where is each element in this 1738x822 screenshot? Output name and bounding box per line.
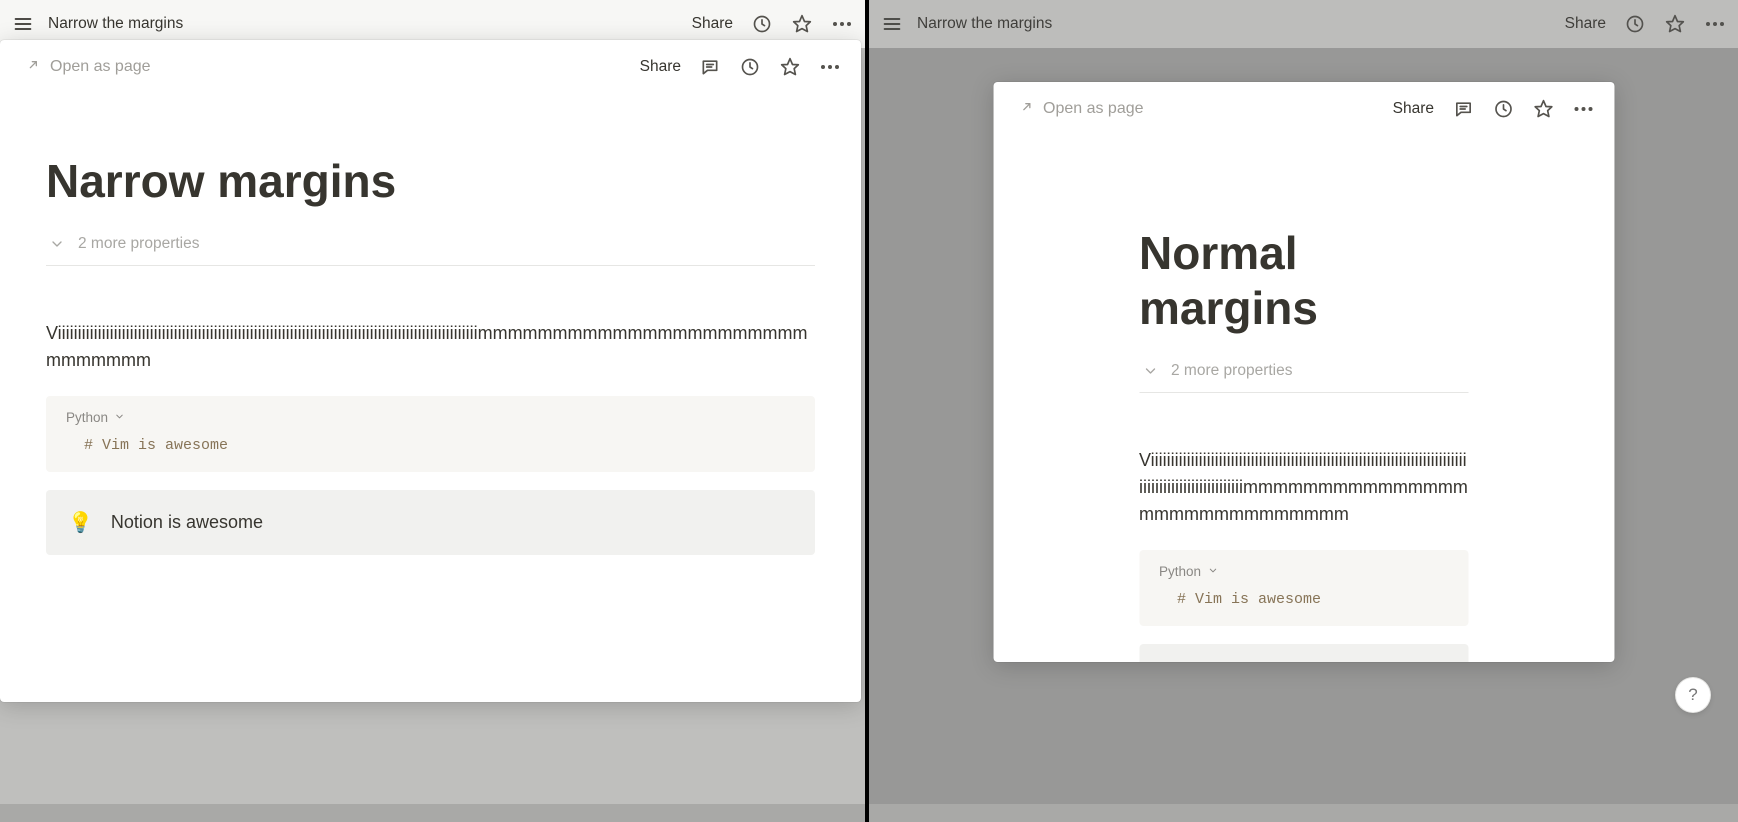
divider: [46, 265, 815, 266]
star-icon[interactable]: [1664, 13, 1686, 35]
star-icon[interactable]: [779, 56, 801, 78]
taskbar-edge: [869, 804, 1738, 822]
help-button[interactable]: ?: [1676, 678, 1710, 712]
left-pane: Narrow the margins Share Open as page Sh…: [0, 0, 869, 822]
breadcrumb[interactable]: Narrow the margins: [917, 15, 1551, 33]
hamburger-icon[interactable]: [12, 13, 34, 35]
code-language-label: Python: [1159, 564, 1201, 579]
share-button[interactable]: Share: [692, 15, 733, 33]
lightbulb-icon[interactable]: 💡: [68, 510, 93, 535]
open-as-page-label: Open as page: [1043, 100, 1144, 118]
expand-icon: [1013, 98, 1035, 120]
chevron-down-icon: [1207, 564, 1218, 579]
clock-icon[interactable]: [1624, 13, 1646, 35]
chevron-down-icon: [1139, 360, 1161, 382]
comment-icon[interactable]: [699, 56, 721, 78]
clock-icon[interactable]: [739, 56, 761, 78]
breadcrumb[interactable]: Narrow the margins: [48, 15, 678, 33]
more-icon[interactable]: [819, 56, 841, 78]
share-button[interactable]: Share: [1565, 15, 1606, 33]
text-block[interactable]: Viiiiiiiiiiiiiiiiiiiiiiiiiiiiiiiiiiiiiii…: [46, 320, 815, 374]
popup-topbar: Open as page Share: [0, 40, 861, 94]
hamburger-icon[interactable]: [881, 13, 903, 35]
chevron-down-icon: [114, 410, 125, 425]
page-title[interactable]: Narrow margins: [46, 154, 815, 209]
window-topbar: Narrow the margins Share: [869, 0, 1738, 48]
popup-share-button[interactable]: Share: [1393, 100, 1434, 118]
expand-icon: [20, 56, 42, 78]
more-properties-toggle[interactable]: 2 more properties: [1139, 360, 1468, 392]
divider: [1139, 392, 1468, 393]
code-content[interactable]: # Vim is awesome: [66, 437, 795, 454]
more-properties-label: 2 more properties: [78, 235, 199, 253]
clock-icon[interactable]: [751, 13, 773, 35]
open-as-page-label: Open as page: [50, 58, 151, 76]
more-properties-label: 2 more properties: [1171, 362, 1292, 380]
code-content[interactable]: # Vim is awesome: [1159, 591, 1448, 608]
text-block[interactable]: Viiiiiiiiiiiiiiiiiiiiiiiiiiiiiiiiiiiiiii…: [1139, 447, 1468, 528]
callout-block[interactable]: 💡 Notion is awesome: [46, 490, 815, 555]
callout-block[interactable]: 💡 Notion is awesome: [1139, 644, 1468, 662]
code-language-select[interactable]: Python: [1159, 564, 1448, 579]
page-title[interactable]: Normal margins: [1139, 226, 1468, 336]
page-popup: Open as page Share Normal margins 2 more…: [993, 82, 1614, 662]
clock-icon[interactable]: [1492, 98, 1514, 120]
star-icon[interactable]: [791, 13, 813, 35]
open-as-page-button[interactable]: Open as page: [1013, 98, 1375, 120]
code-block[interactable]: Python # Vim is awesome: [46, 396, 815, 472]
code-language-select[interactable]: Python: [66, 410, 795, 425]
callout-text[interactable]: Notion is awesome: [111, 512, 263, 533]
popup-share-button[interactable]: Share: [640, 58, 681, 76]
code-block[interactable]: Python # Vim is awesome: [1139, 550, 1468, 626]
more-icon[interactable]: [831, 13, 853, 35]
popup-topbar: Open as page Share: [993, 82, 1614, 136]
comment-icon[interactable]: [1452, 98, 1474, 120]
page-popup: Open as page Share Narrow margins 2 more…: [0, 40, 861, 702]
more-icon[interactable]: [1572, 98, 1594, 120]
chevron-down-icon: [46, 233, 68, 255]
star-icon[interactable]: [1532, 98, 1554, 120]
right-pane: Narrow the margins Share Open as page Sh…: [869, 0, 1738, 822]
taskbar-edge: [0, 804, 865, 822]
open-as-page-button[interactable]: Open as page: [20, 56, 622, 78]
more-properties-toggle[interactable]: 2 more properties: [46, 233, 815, 265]
code-language-label: Python: [66, 410, 108, 425]
more-icon[interactable]: [1704, 13, 1726, 35]
